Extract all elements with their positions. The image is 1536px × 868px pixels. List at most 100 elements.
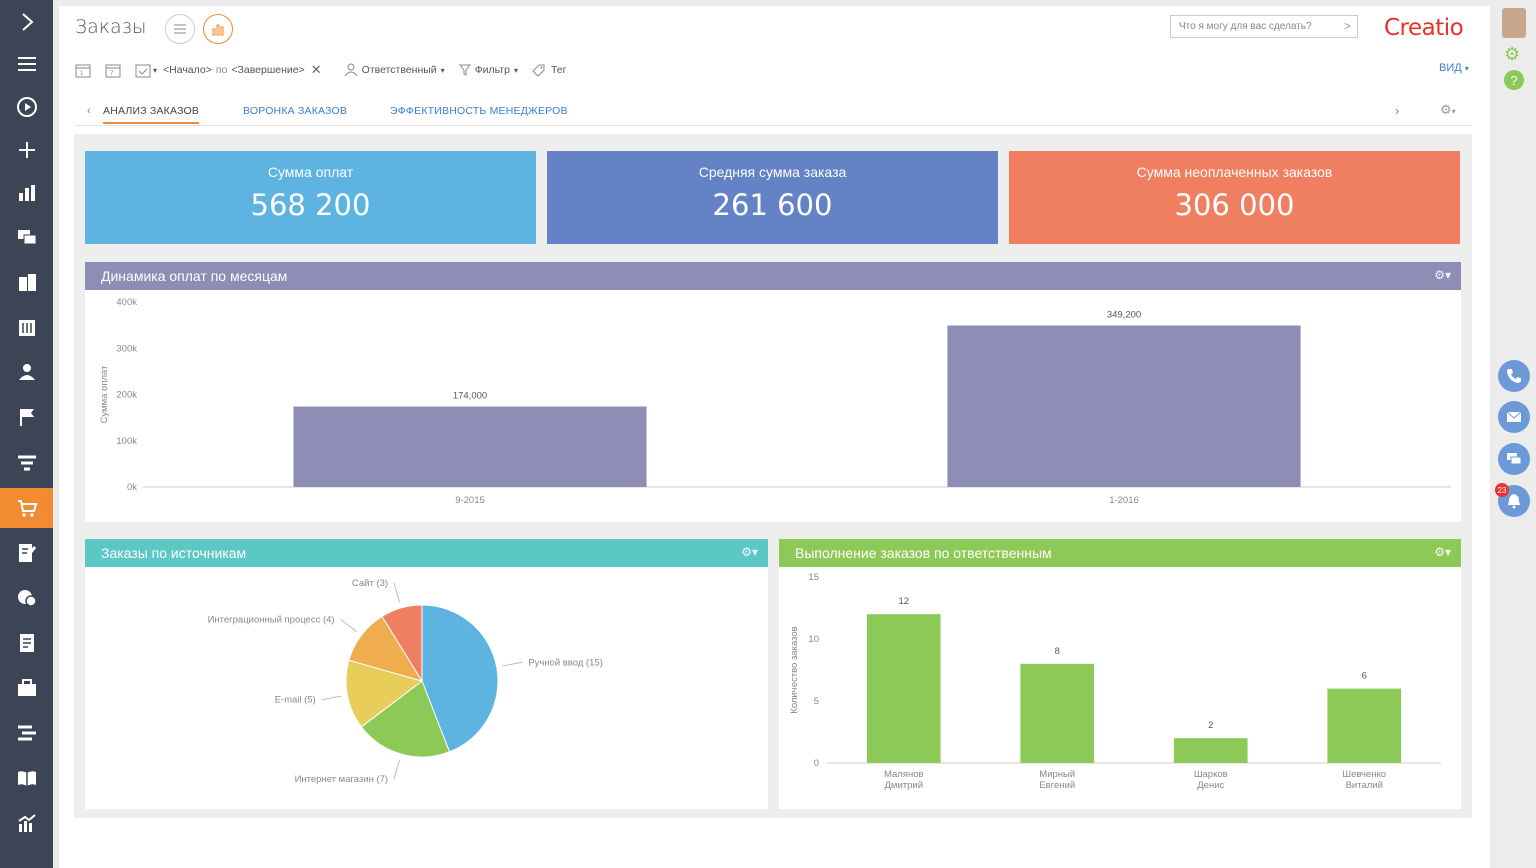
list-view-button[interactable] [165,14,195,44]
day-calendar-icon[interactable]: 1 [75,62,91,78]
analytics-icon[interactable] [0,803,53,843]
period-calendar-icon[interactable]: ▾ [135,62,157,78]
view-menu[interactable]: ВИД ▾ [1439,62,1469,74]
play-icon[interactable] [0,87,53,127]
brand-logo-text: Creatio [1384,15,1464,41]
clear-period-icon[interactable]: ✕ [311,62,322,78]
products-icon[interactable] [0,668,53,708]
filter-icon [458,64,471,76]
kpi-unpaid-orders[interactable]: Сумма неоплаченных заказов 306 000 [1009,151,1460,244]
projects-icon[interactable] [0,713,53,753]
list-icon [174,24,186,34]
bar-value-label: 12 [898,596,909,607]
invoices-icon[interactable] [0,578,53,618]
buildings-icon[interactable] [0,308,53,348]
owner-filter[interactable]: Ответственный ▾ [344,63,445,77]
x-tick-label: Дмитрий [884,780,923,791]
pie-slice-label: E-mail (5) [275,695,316,706]
feed-icon[interactable] [0,217,53,257]
pie-leader-line [393,582,401,603]
contacts-icon[interactable] [0,352,53,392]
pie-slice-label: Интеграционный процесс (4) [208,615,335,626]
payments-chart-panel: Динамика оплат по месяцам ⚙▾ 0k 100k 200k 3… [85,262,1461,522]
bar [947,325,1301,487]
execution-chart-panel: Выполнение заказов по ответственным ⚙▾ 0… [779,539,1461,809]
view-menu-label: ВИД [1439,62,1462,74]
kpi-average-order[interactable]: Средняя сумма заказа 261 600 [547,151,998,244]
funnel-icon[interactable] [0,443,53,483]
tabs-scroll-right-icon[interactable]: › [1395,103,1399,118]
week-calendar-icon[interactable]: 7 [105,62,121,78]
help-icon[interactable]: ? [1504,70,1524,90]
tab-order-analysis[interactable]: АНАЛИЗ ЗАКАЗОВ [103,105,200,124]
bar [866,614,941,763]
add-icon[interactable] [0,130,53,170]
accounts-icon[interactable] [0,263,53,303]
execution-chart-header: Выполнение заказов по ответственным ⚙▾ [779,539,1461,567]
orders-cart-icon[interactable] [0,488,53,528]
kpi-value: 568 200 [250,188,371,222]
contracts-icon[interactable] [0,533,53,573]
knowledge-base-icon[interactable] [0,758,53,798]
dashboard-icon[interactable] [0,173,53,213]
y-tick-label: 0k [127,482,137,493]
settings-gear-icon[interactable]: ⚙ [1504,44,1520,65]
x-tick-label: Виталий [1346,780,1383,791]
y-tick-label: 400k [116,297,137,308]
tabs-scroll-left-icon[interactable]: ‹ [87,105,91,117]
menu-icon[interactable] [0,44,53,84]
chat-button[interactable] [1498,443,1530,475]
tab-order-funnel[interactable]: ВОРОНКА ЗАКАЗОВ [243,105,347,117]
chart-icon [212,24,224,36]
kpi-label: Средняя сумма заказа [698,164,847,180]
period-separator: по [215,64,228,76]
period-end[interactable]: <Завершение> [231,64,304,76]
email-button[interactable] [1498,401,1530,433]
documents-icon[interactable] [0,623,53,663]
x-tick-label: Шевченко [1342,769,1386,780]
payments-chart-settings-gear-icon[interactable]: ⚙▾ [1434,268,1451,282]
chat-icon [1507,453,1522,465]
command-search-placeholder: Что я могу для вас сделать? [1179,21,1312,32]
tab-manager-efficiency[interactable]: ЭФФЕКТИВНОСТЬ МЕНЕДЖЕРОВ [390,105,568,117]
execution-chart-title: Выполнение заказов по ответственным [795,545,1052,561]
user-avatar[interactable] [1502,8,1526,38]
page-title: Заказы [75,16,147,38]
phone-icon [1507,369,1521,383]
dashboard-tabs: ‹ АНАЛИЗ ЗАКАЗОВ ВОРОНКА ЗАКАЗОВ ЭФФЕКТИ… [75,102,1472,126]
bar-value-label: 8 [1055,646,1060,657]
y-tick-label: 300k [116,343,137,354]
filter-label: Фильтр [474,64,510,76]
filter-button[interactable]: Фильтр ▾ [458,64,518,76]
command-search-input[interactable]: Что я могу для вас сделать? > [1170,15,1358,38]
tag-icon [532,64,545,77]
tag-button[interactable]: Тег [532,64,567,77]
chevron-right-icon[interactable]: > [1344,19,1351,33]
kpi-payments-total[interactable]: Сумма оплат 568 200 [85,151,536,244]
expand-icon[interactable] [0,2,53,42]
bell-icon [1508,494,1520,509]
sources-pie-chart: Ручной ввод (15) Интернет магазин (7) E-ma… [208,578,603,785]
period-start[interactable]: <Начало> [163,64,212,76]
svg-text:1: 1 [80,71,84,77]
kpi-label: Сумма оплат [267,164,354,180]
brand-logo: Creatio [1384,15,1464,41]
tabs-settings-gear-icon[interactable]: ⚙▾ [1440,102,1456,118]
sources-chart-settings-gear-icon[interactable]: ⚙▾ [741,545,758,559]
x-tick-label: 1-2016 [1109,495,1139,506]
x-tick-label: Мирный [1039,769,1075,780]
payments-chart-header: Динамика оплат по месяцам ⚙▾ [85,262,1461,290]
tag-label: Тег [550,64,567,76]
analytics-view-button[interactable] [203,14,233,44]
call-button[interactable] [1498,360,1530,392]
y-tick-label: 100k [116,436,137,447]
user-icon [344,63,358,77]
pie-slice-label: Сайт (3) [352,578,388,589]
pie-slice-label: Интернет магазин (7) [295,774,389,785]
leads-icon[interactable] [0,397,53,437]
y-tick-label: 5 [814,696,819,707]
bar [1020,663,1095,763]
right-rail: ⚙ ? 23 [1490,0,1536,868]
left-sidebar [0,0,53,868]
execution-chart-settings-gear-icon[interactable]: ⚙▾ [1434,545,1451,559]
